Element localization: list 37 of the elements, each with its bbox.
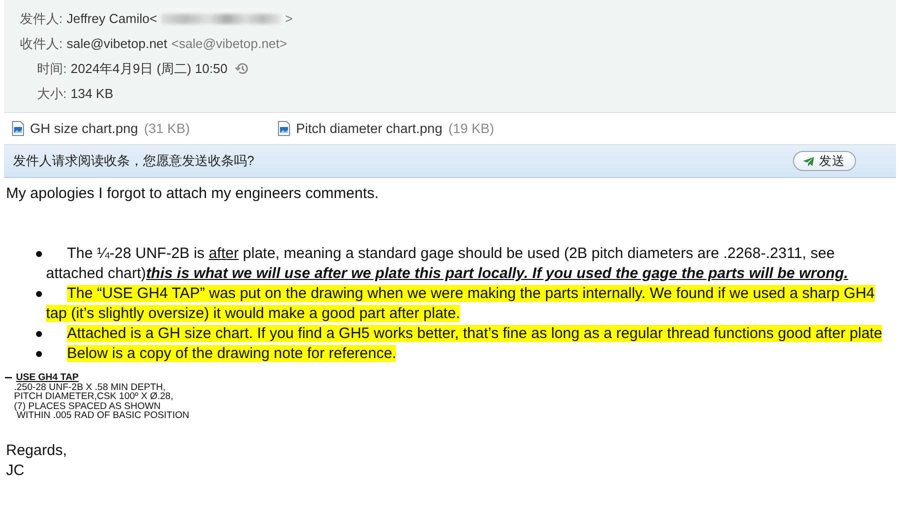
bullet-text: The “USE GH4 TAP” was put on the drawing when we were making the parts internally. We found if we used a sharp GH4 tap (it’s slightly oversize) it would make a good part after plate. [46,284,876,324]
send-receipt-button[interactable]: 发送 [793,151,856,171]
bullet-text: Below is a copy of the drawing note for reference. [66,344,398,364]
dash-icon [5,376,12,379]
address-suffix: <sale@vibetop.net> [171,36,288,51]
field-value: 2024年4月9日 (周二) 10:50 [70,60,228,78]
field-label: 时间: [37,60,67,78]
bullet-dot [36,351,42,357]
note-line: .250-28 UNF-2B X .58 MIN DEPTH, [13,382,166,392]
attachment-size: (19 KB) [448,121,494,136]
closing-line: JC [6,460,26,480]
note-line: (7) PLACES SPACED AS SHOWN [13,402,161,411]
bullet-dot [36,291,42,297]
bullet-text: The ¼-28 UNF-2B is after plate, meaning a standard gage should be used (2B pitch diameters are .2268-.2311, see attached chart)this is what we will use after we plate this part locally. If you used the gage the parts will be wrong. [46,244,850,284]
field-label: 收件人: [20,34,63,52]
attachment-link[interactable]: GH size chart.png [30,121,138,136]
attachment-size: (31 KB) [144,121,190,136]
image-file-icon [12,121,24,136]
address-suffix: > [285,11,293,26]
field-value[interactable]: sale@vibetop.net [66,36,168,51]
note-line: WITHIN .005 RAD OF BASIC POSITION [16,411,190,420]
image-file-icon [278,121,290,136]
bullet-text: Attached is a GH size chart. If you find a GH5 works better, that’s fine as long as a regular thread functions good after plate [66,324,884,344]
closing-line: Regards, [6,440,68,460]
field-value: 134 KB [70,86,114,101]
note-title: USE GH4 TAP [16,373,79,382]
receipt-message: 发件人请求阅读收条，您愿意发送收条吗? [13,152,254,170]
intro-paragraph: My apologies I forgot to attach my engineers comments. [6,185,380,202]
attachment-link[interactable]: Pitch diameter chart.png [296,121,442,136]
field-value[interactable]: Jeffrey Camilo< [66,11,158,26]
bullet-dot [36,331,42,337]
bullet-dot [36,251,42,257]
field-label: 大小: [37,84,67,102]
field-label: 发件人: [20,10,63,28]
note-line: PITCH DIAMETER,CSK 100º X Ø.28, [13,392,174,402]
send-icon [802,156,815,166]
history-icon[interactable] [235,61,250,76]
